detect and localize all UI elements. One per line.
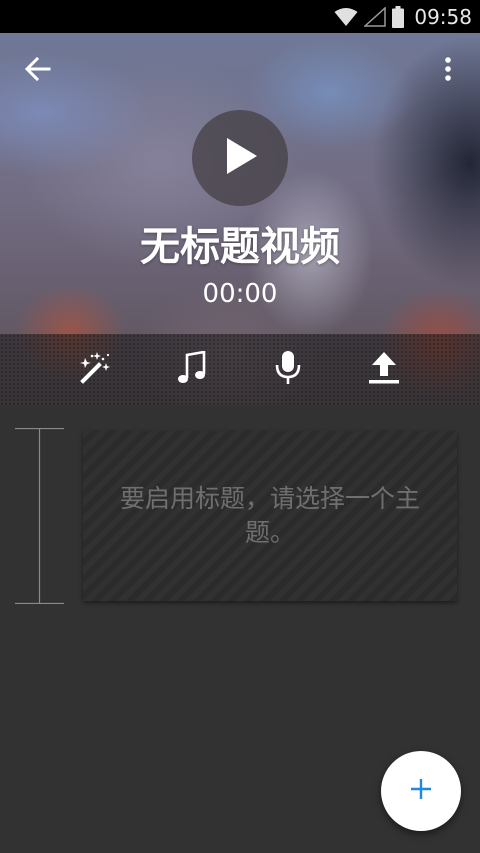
upload-icon [367, 351, 401, 389]
play-button[interactable] [192, 110, 288, 206]
add-media-button[interactable] [381, 751, 461, 831]
title-card-hint: 要启用标题，请选择一个主题。 [119, 484, 420, 547]
status-bar: 09:58 [0, 0, 480, 33]
arrow-left-icon [24, 56, 51, 85]
signal-icon [364, 6, 387, 27]
wifi-icon [334, 7, 358, 27]
music-note-icon [177, 350, 207, 389]
magic-wand-icon [79, 351, 113, 389]
more-vert-icon [444, 56, 452, 86]
share-button[interactable] [360, 348, 408, 392]
video-preview[interactable]: 无标题视频 00:00 [0, 33, 480, 406]
status-time: 09:58 [414, 4, 472, 29]
plus-icon [409, 777, 433, 805]
editor-toolbar [0, 334, 480, 406]
battery-icon [392, 5, 405, 28]
more-options-button[interactable] [426, 51, 470, 91]
voiceover-button[interactable] [264, 348, 312, 392]
timeline-start-marker [15, 427, 65, 605]
title-card[interactable]: 要启用标题，请选择一个主题。 [83, 431, 457, 601]
microphone-icon [273, 350, 303, 390]
back-button[interactable] [14, 53, 62, 89]
video-duration: 00:00 [202, 279, 278, 309]
video-title[interactable]: 无标题视频 [0, 219, 480, 275]
theme-button[interactable] [72, 348, 120, 392]
play-icon [220, 136, 260, 180]
music-button[interactable] [168, 348, 216, 392]
